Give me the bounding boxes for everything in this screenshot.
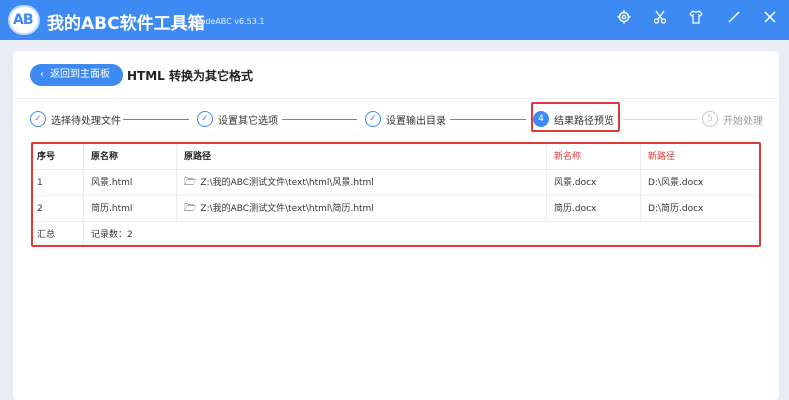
scrollbar[interactable] [779,51,789,400]
main-panel: ‹ 返回到主面板 HTML 转换为其它格式 ✓ 选择待处理文件 ✓ 设置其它选项 … [13,51,779,400]
back-to-main-button[interactable]: ‹ 返回到主面板 [30,64,123,86]
step-label: 开始处理 [723,115,763,127]
check-icon: ✓ [197,111,213,127]
step-connector [450,119,526,120]
close-icon[interactable] [760,10,780,30]
app-logo: AB [8,5,40,35]
shirt-icon[interactable] [686,10,706,30]
app-title: 我的ABC软件工具箱 [47,14,205,34]
step-connector [282,119,357,120]
step-number-badge: 5 [702,111,718,127]
step-select-files[interactable]: ✓ 选择待处理文件 [30,108,121,130]
step-highlight-box [531,102,620,132]
step-connector [623,119,697,120]
page-title: HTML 转换为其它格式 [127,69,253,83]
step-output-dir[interactable]: ✓ 设置输出目录 [365,108,446,130]
step-start-processing[interactable]: 5 开始处理 [702,108,763,130]
check-icon: ✓ [365,111,381,127]
check-icon: ✓ [30,111,46,127]
step-label: 设置其它选项 [218,115,278,127]
app-version: WodeABC v6.53.1 [193,17,265,26]
back-button-label: 返回到主面板 [50,69,110,80]
chevron-left-icon: ‹ [40,69,44,80]
header-divider [13,98,779,99]
step-label: 选择待处理文件 [51,115,121,127]
app-logo-text: AB [13,12,33,28]
table-highlight-box [31,142,761,247]
gear-icon[interactable] [614,10,634,30]
step-connector [123,119,189,120]
step-label: 设置输出目录 [386,115,446,127]
scissors-icon[interactable] [650,10,670,30]
minimize-icon[interactable] [724,10,744,30]
title-bar: AB 我的ABC软件工具箱 WodeABC v6.53.1 [0,0,789,40]
step-other-options[interactable]: ✓ 设置其它选项 [197,108,278,130]
